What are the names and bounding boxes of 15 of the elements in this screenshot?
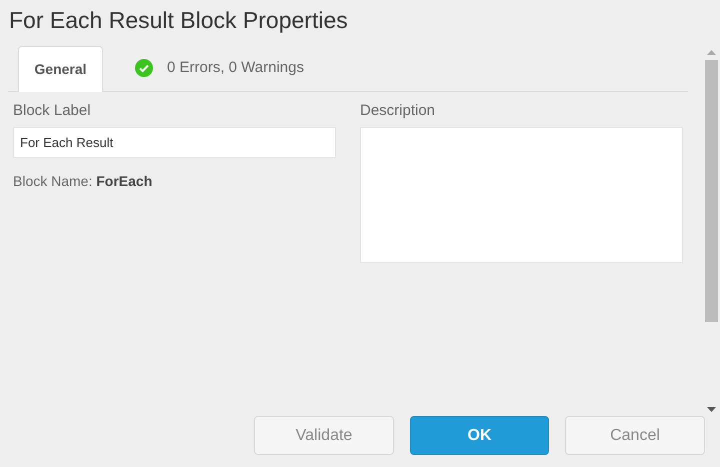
scrollbar-thumb[interactable] — [705, 60, 718, 322]
validation-status: 0 Errors, 0 Warnings — [167, 58, 304, 78]
field-label: Description — [360, 101, 436, 120]
scroll-up-icon[interactable] — [707, 50, 716, 55]
field-label: Block Label — [13, 101, 92, 120]
block-name-text: Block Name: ForEach — [13, 172, 154, 191]
block-label-field[interactable]: For Each Result — [13, 127, 336, 158]
dialog-button[interactable]: Cancel — [565, 416, 705, 455]
ok-button[interactable]: OK — [410, 416, 549, 455]
dialog-button[interactable]: Validate — [254, 416, 394, 455]
scroll-down-icon[interactable] — [707, 407, 716, 412]
tab[interactable]: General — [18, 46, 103, 92]
dialog-title: For Each Result Block Properties — [8, 6, 349, 35]
scrollbar[interactable] — [703, 50, 720, 412]
description-field[interactable] — [360, 127, 683, 263]
